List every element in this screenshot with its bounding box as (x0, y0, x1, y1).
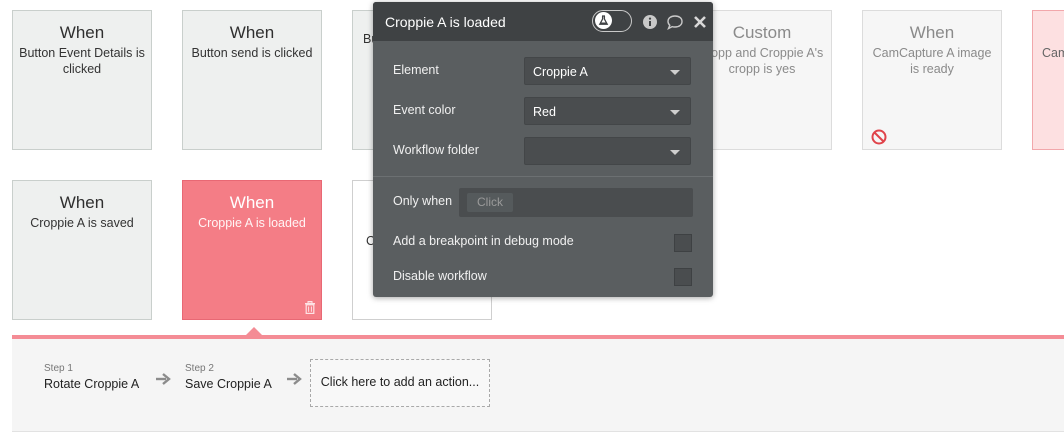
event-card-subtitle: cropp and Croppie A's cropp is yes (700, 46, 824, 76)
chevron-down-icon (670, 150, 680, 155)
popup-title: Croppie A is loaded (385, 14, 506, 30)
privacy-toggle[interactable] (592, 10, 632, 32)
breakpoint-checkbox[interactable] (674, 234, 692, 252)
event-properties-popup: Croppie A is loaded Element Croppie A Ev (373, 2, 713, 297)
event-card-title: When (59, 193, 105, 212)
step-label: Rotate Croppie A (44, 377, 140, 391)
element-dropdown-value: Croppie A (533, 65, 588, 79)
action-step-2[interactable]: Step 2 Save Croppie A (185, 363, 272, 392)
arrow-right-icon (156, 373, 171, 385)
event-card-subtitle: Cam (1042, 46, 1064, 60)
only-when-condition-field[interactable]: Click (459, 188, 693, 217)
event-card-subtitle: Croppie A is saved (30, 216, 134, 230)
flask-icon (598, 15, 609, 25)
action-step-1[interactable]: Step 1 Rotate Croppie A (44, 363, 139, 392)
workflow-actions-panel: Step 1 Rotate Croppie A Step 2 Save Crop… (12, 339, 1064, 432)
divider (373, 176, 713, 177)
step-label: Save Croppie A (185, 377, 272, 391)
event-color-label: Event color (393, 103, 456, 117)
event-color-dropdown[interactable]: Red (524, 97, 691, 125)
event-card-subtitle: Croppie A is loaded (198, 216, 306, 230)
event-card-button-send[interactable]: When Button send is clicked (182, 10, 322, 150)
event-card-custom[interactable]: Custom cropp and Croppie A's cropp is ye… (692, 10, 832, 150)
toggle-knob (595, 12, 612, 29)
event-card-croppie-saved[interactable]: When Croppie A is saved (12, 180, 152, 320)
only-when-label: Only when (393, 194, 453, 208)
event-card-subtitle: Button Event Details is clicked (19, 46, 145, 76)
popup-header: Croppie A is loaded (373, 2, 713, 41)
disable-workflow-checkbox[interactable] (674, 268, 692, 286)
event-card-title: When (229, 193, 275, 212)
event-card-subtitle: CamCapture A image is ready (872, 46, 992, 76)
step-number: Step 2 (185, 363, 214, 374)
event-card-title: Custom (732, 23, 792, 42)
close-icon[interactable] (693, 15, 707, 29)
event-card-title: When (909, 23, 955, 42)
event-card-title: When (59, 23, 105, 42)
disable-workflow-label: Disable workflow (393, 269, 487, 283)
event-card-button-event-details[interactable]: When Button Event Details is clicked (12, 10, 152, 150)
event-color-dropdown-value: Red (533, 105, 556, 119)
add-action-label: Click here to add an action... (320, 375, 480, 389)
workflow-folder-dropdown[interactable] (524, 137, 691, 165)
comment-icon[interactable] (666, 14, 684, 30)
workflow-folder-label: Workflow folder (393, 143, 479, 157)
chevron-down-icon (670, 70, 680, 75)
trash-icon[interactable] (304, 301, 316, 314)
element-dropdown[interactable]: Croppie A (524, 57, 691, 85)
step-number: Step 1 (44, 363, 73, 374)
event-card-subtitle: Button send is clicked (191, 46, 313, 60)
event-card-title: When (229, 23, 275, 42)
chevron-down-icon (670, 110, 680, 115)
event-card-partial-cam[interactable]: Cam (1032, 10, 1064, 150)
element-label: Element (393, 63, 439, 77)
event-card-croppie-loaded[interactable]: When Croppie A is loaded (182, 180, 322, 320)
event-card-camcapture[interactable]: When CamCapture A image is ready (862, 10, 1002, 150)
info-icon[interactable] (642, 14, 658, 30)
breakpoint-label: Add a breakpoint in debug mode (393, 234, 574, 248)
arrow-right-icon (287, 373, 302, 385)
only-when-click-button[interactable]: Click (467, 193, 513, 212)
add-action-button[interactable]: Click here to add an action... (310, 359, 490, 407)
disabled-icon (871, 129, 887, 145)
